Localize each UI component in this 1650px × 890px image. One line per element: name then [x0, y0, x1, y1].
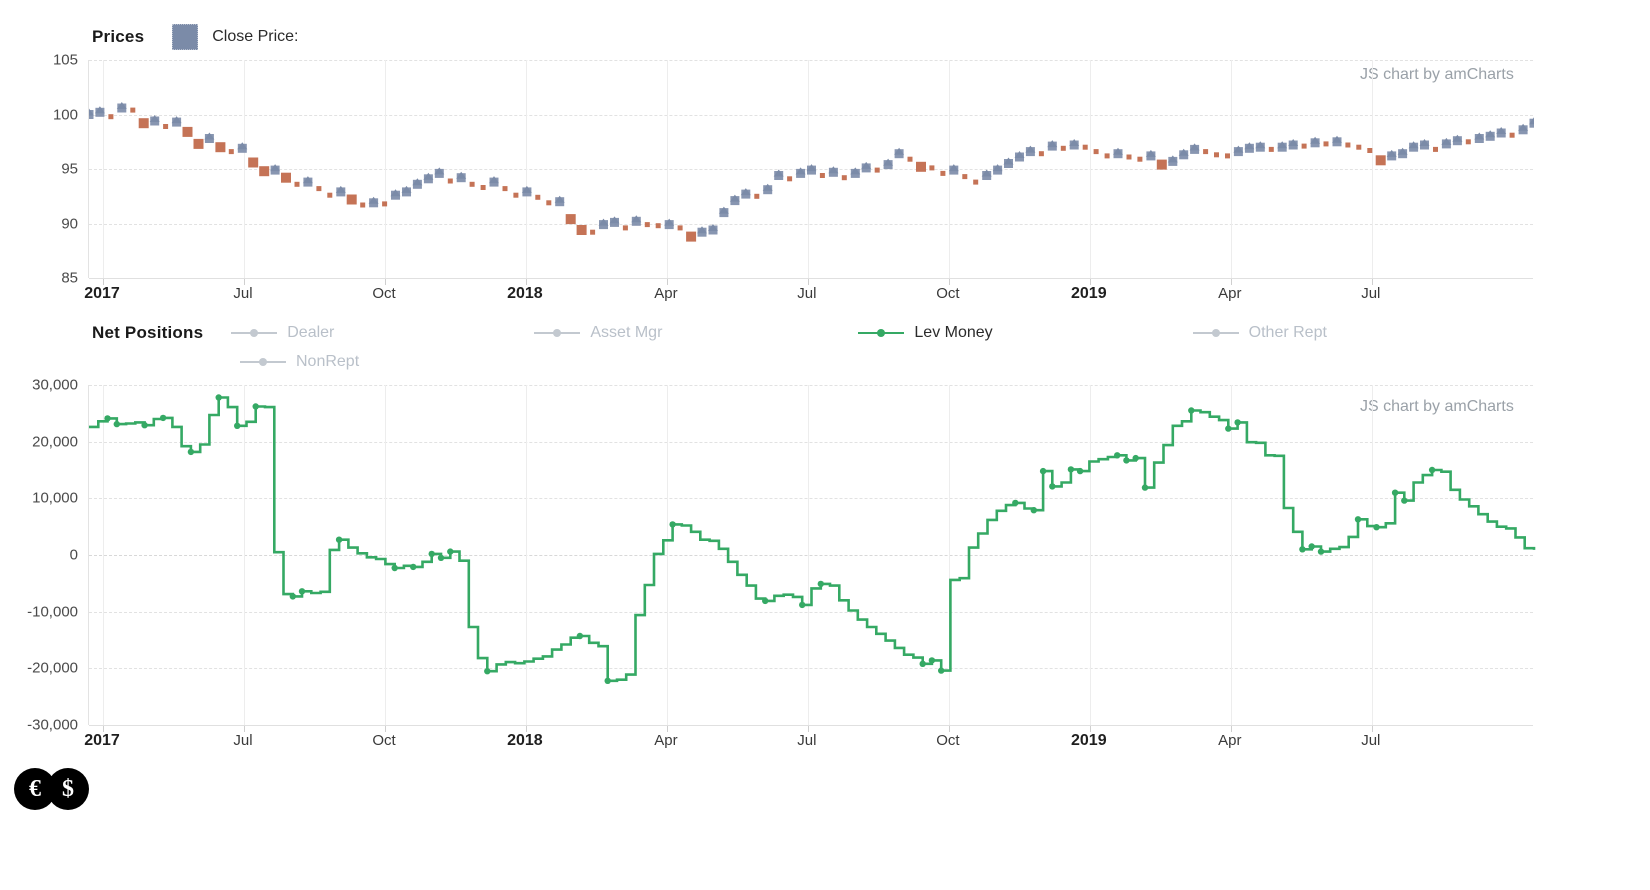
legend-label-other-rept: Other Rept — [1248, 324, 1327, 341]
prices-x-tick — [1089, 278, 1091, 285]
positions-legend-row2: NonRept — [240, 353, 359, 371]
prices-x-tick — [525, 278, 527, 285]
legend-label-dealer: Dealer — [287, 324, 335, 341]
prices-x-tick — [948, 278, 950, 285]
prices-x-tick-label: Jul — [233, 285, 253, 302]
positions-x-tick-label: Jul — [797, 732, 817, 749]
positions-y-tick-label: 10,000 — [32, 489, 78, 507]
legend-item-lev-money[interactable]: Lev Money — [858, 324, 993, 342]
prices-x-tick-label: Oct — [936, 285, 960, 302]
positions-x-tick — [807, 725, 809, 732]
prices-x-tick-label: Apr — [654, 285, 678, 302]
positions-x-tick — [103, 725, 104, 732]
close-price-swatch[interactable] — [172, 24, 199, 50]
prices-x-tick — [385, 278, 386, 285]
nonrept-line-icon — [240, 356, 286, 368]
positions-x-tick-label: Oct — [372, 732, 396, 749]
legend-label-lev-money: Lev Money — [914, 324, 993, 341]
legend-item-nonrept[interactable]: NonRept — [240, 353, 359, 371]
positions-x-tick — [1230, 725, 1232, 732]
positions-x-tick — [1089, 725, 1091, 732]
prices-y-tick-label: 85 — [61, 269, 78, 287]
positions-y-tick-label: 30,000 — [32, 376, 78, 394]
legend-label-asset-mgr: Asset Mgr — [590, 324, 663, 341]
positions-y-tick-label: -20,000 — [27, 659, 78, 677]
prices-x-tick — [1230, 278, 1232, 285]
positions-x-tick — [385, 725, 386, 732]
positions-x-tick-label: Jul — [1361, 732, 1381, 749]
positions-x-tick-label: Apr — [654, 732, 678, 749]
prices-y-tick-label: 95 — [61, 160, 78, 178]
prices-x-tick-label: Oct — [372, 285, 396, 302]
legend-label-nonrept: NonRept — [296, 353, 360, 370]
lev-money-line-icon — [858, 327, 905, 339]
lev-money-line-layer — [89, 394, 1536, 684]
prices-y-tick-label: 100 — [52, 106, 78, 123]
legend-item-asset-mgr[interactable]: Asset Mgr — [534, 324, 662, 342]
prices-y-tick-label: 90 — [61, 215, 78, 232]
positions-y-tick-label: 20,000 — [32, 433, 78, 451]
dollar-logo-icon: $ — [47, 768, 89, 810]
footer-logos: € $ — [14, 768, 89, 810]
prices-legend: Prices Close Price: — [92, 24, 299, 50]
positions-x-tick — [666, 725, 668, 732]
dealer-line-icon — [231, 327, 278, 339]
positions-x-tick-label: 2017 — [84, 732, 120, 749]
positions-x-tick-label: Apr — [1218, 732, 1242, 749]
positions-y-tick-label: -30,000 — [27, 716, 78, 734]
positions-x-axis — [89, 725, 1533, 726]
close-price-label[interactable]: Close Price: — [212, 28, 298, 46]
prices-x-tick-label: Jul — [1361, 285, 1381, 302]
legend-item-other-rept[interactable]: Other Rept — [1192, 324, 1327, 342]
positions-legend-row1: Net Positions Dealer Asset Mgr Lev Money… — [92, 323, 1327, 343]
positions-x-tick — [525, 725, 527, 732]
prices-marker-layer — [89, 102, 1534, 242]
prices-y-tick-label: 105 — [52, 51, 78, 69]
prices-x-tick-label: Apr — [1218, 285, 1242, 302]
positions-x-tick — [948, 725, 950, 732]
prices-x-tick — [103, 278, 104, 285]
chart-page: Prices Close Price: JS chart by amCharts… — [0, 0, 1650, 890]
prices-x-tick-label: 2017 — [84, 285, 120, 302]
prices-x-tick-label: 2019 — [1071, 285, 1107, 302]
other-rept-line-icon — [1192, 327, 1239, 339]
positions-x-tick-label: Oct — [936, 732, 960, 749]
legend-item-dealer[interactable]: Dealer — [231, 324, 334, 342]
prices-x-tick — [244, 278, 245, 285]
asset-mgr-line-icon — [534, 327, 581, 339]
positions-x-tick-label: Jul — [233, 732, 253, 749]
prices-x-tick — [807, 278, 809, 285]
positions-y-tick-label: -10,000 — [27, 603, 78, 621]
positions-x-tick — [244, 725, 245, 732]
prices-plot — [88, 60, 1534, 285]
positions-plot — [88, 385, 1536, 732]
positions-y-tick-label: 0 — [69, 546, 78, 564]
positions-x-tick — [1371, 725, 1373, 732]
prices-x-axis — [89, 278, 1533, 279]
prices-x-tick-label: Jul — [797, 285, 817, 302]
prices-x-tick — [1371, 278, 1373, 285]
positions-x-tick-label: 2018 — [507, 732, 543, 749]
prices-legend-title: Prices — [92, 27, 145, 46]
prices-x-tick — [666, 278, 668, 285]
prices-x-tick-label: 2018 — [507, 285, 543, 302]
positions-legend-title: Net Positions — [92, 323, 204, 342]
positions-x-tick-label: 2019 — [1071, 732, 1107, 749]
